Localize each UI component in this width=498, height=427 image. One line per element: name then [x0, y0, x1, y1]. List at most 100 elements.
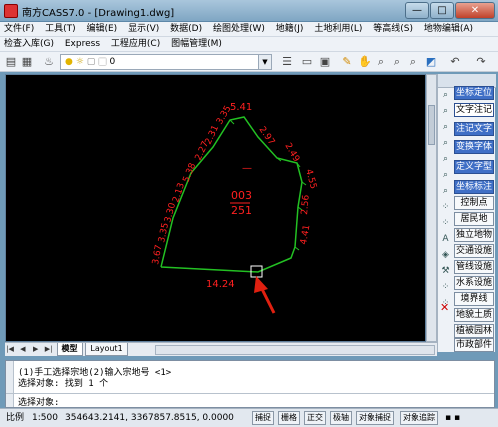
next-tab-icon[interactable]: ▶ — [31, 343, 41, 356]
zoom-previous-icon[interactable]: ⌕ — [406, 55, 420, 69]
drawing-canvas[interactable]: 003 251 — 5.41 2.97 2.49 4.55 4.41 2.56 … — [5, 74, 426, 342]
command-window[interactable]: (1)手工选择宗地(2)输入宗地号 <1> 选择对象: 找到 1 个 选择对象: — [5, 360, 495, 408]
menu-drawing[interactable]: 绘图处理(W) — [209, 22, 269, 36]
menu-feature-edit[interactable]: 地物编辑(A) — [420, 22, 477, 36]
menu-sheet-manage[interactable]: 图幅管理(M) — [167, 37, 226, 51]
grid-icon[interactable]: ⁘ — [439, 281, 452, 294]
independent-feature-button[interactable]: 独立地物 — [454, 228, 494, 242]
horizontal-scrollbar[interactable] — [155, 345, 435, 355]
layer-props-icon[interactable]: ♨ — [40, 55, 58, 69]
first-tab-icon[interactable]: |◀ — [5, 343, 15, 356]
status-bar: 比例 1:500 354643.2141, 3367857.8515, 0.00… — [0, 408, 498, 427]
menu-land-use[interactable]: 土地利用(L) — [310, 22, 366, 36]
toolbar: ▤ ▦ ♨ ● ☼ ▢ ■ 0 ▼ ☰ ▭ ▣ ✎ ✋ ⌕ ⌕ ⌕ ◩ ↶ ↷ — [0, 52, 498, 72]
parcel-number: 003 — [231, 189, 252, 202]
menu-tools[interactable]: 工具(T) — [41, 22, 80, 36]
maximize-button[interactable]: □ — [430, 2, 454, 19]
menu-check-import[interactable]: 检查入库(G) — [0, 37, 58, 51]
layers-icon[interactable]: ◈ — [439, 249, 452, 262]
menu-bar-main: 文件(F) 工具(T) 编辑(E) 显示(V) 数据(D) 绘图处理(W) 地籍… — [0, 22, 498, 37]
layer-state-icon[interactable]: ▦ — [20, 55, 34, 69]
coordinate-readout: 354643.2141, 3367857.8515, 0.0000 — [65, 413, 234, 423]
grid-toggle[interactable]: 栅格 — [278, 411, 300, 425]
snap-toggle[interactable]: 捕捉 — [252, 411, 274, 425]
tab-layout1[interactable]: Layout1 — [85, 343, 128, 356]
tab-model[interactable]: 模型 — [56, 343, 83, 356]
scroll-thumb[interactable] — [428, 105, 435, 145]
title-bar: 南方CASS7.0 - [Drawing1.dwg] — □ ✕ — [0, 0, 498, 22]
layer-value: 0 — [109, 57, 116, 67]
vertical-scrollbar[interactable] — [426, 74, 437, 342]
dim-label: 14.24 — [206, 279, 235, 290]
zoom-icon[interactable]: ⌕ — [439, 153, 452, 166]
window-title: 南方CASS7.0 - [Drawing1.dwg] — [22, 8, 175, 19]
prev-tab-icon[interactable]: ◀ — [18, 343, 28, 356]
redo-icon[interactable]: ↷ — [474, 55, 488, 69]
minimize-button[interactable]: — — [405, 2, 429, 19]
pan-hand-icon[interactable]: ✋ — [358, 55, 372, 69]
change-font-button[interactable]: 变换字体 — [454, 140, 494, 154]
boundary-line-button[interactable]: 境界线 — [454, 292, 494, 306]
match-layer-icon[interactable]: ☰ — [280, 55, 294, 69]
zoom-icon[interactable]: ⌕ — [439, 185, 452, 198]
menu-cadastre[interactable]: 地籍(J) — [272, 22, 308, 36]
text-a-icon[interactable]: A — [439, 233, 452, 246]
parcel-area: 251 — [231, 204, 252, 217]
menu-file[interactable]: 文件(F) — [0, 22, 38, 36]
water-facility-button[interactable]: 水系设施 — [454, 276, 494, 290]
zoom-realtime-icon[interactable]: ⌕ — [374, 55, 388, 69]
menu-bar-secondary: 检查入库(G) Express 工程应用(C) 图幅管理(M) — [0, 37, 498, 52]
menu-contour[interactable]: 等高线(S) — [369, 22, 417, 36]
command-prompt[interactable]: 选择对象: — [18, 395, 59, 408]
menu-edit[interactable]: 编辑(E) — [82, 22, 121, 36]
dim-label: 4.41 — [299, 224, 312, 245]
pencil-icon[interactable]: ✎ — [340, 55, 354, 69]
zoom-icon[interactable]: ⌕ — [439, 137, 452, 150]
text-annotation-button[interactable]: 文字注记 — [454, 103, 494, 117]
coord-annotation-button[interactable]: 坐标标注 — [454, 180, 494, 194]
menu-data[interactable]: 数据(D) — [166, 22, 206, 36]
control-point-button[interactable]: 控制点 — [454, 196, 494, 210]
layer-manager-icon[interactable]: ▤ — [4, 55, 18, 69]
menu-view[interactable]: 显示(V) — [124, 22, 163, 36]
zoom-window-icon[interactable]: ⌕ — [390, 55, 404, 69]
zoom-icon[interactable]: ⌕ — [439, 121, 452, 134]
pipeline-facility-button[interactable]: 管线设施 — [454, 260, 494, 274]
zoom-icon[interactable]: ⌕ — [439, 105, 452, 118]
municipal-parts-button[interactable]: 市政部件 — [454, 338, 494, 352]
residential-button[interactable]: 居民地 — [454, 212, 494, 226]
ortho-toggle[interactable]: 正交 — [304, 411, 326, 425]
tool-icon[interactable]: ⚒ — [439, 265, 452, 278]
open-icon[interactable]: ▭ — [300, 55, 314, 69]
dim-label: 5.38 — [182, 162, 199, 185]
chevron-down-icon[interactable]: ▼ — [258, 55, 271, 69]
close-button[interactable]: ✕ — [455, 2, 495, 19]
vegetation-button[interactable]: 植被园林 — [454, 324, 494, 338]
properties-icon[interactable]: ◩ — [424, 55, 438, 69]
layer-select[interactable]: ● ☼ ▢ ■ 0 ▼ — [60, 54, 272, 70]
zoom-icon[interactable]: ⌕ — [439, 89, 452, 102]
grid-icon[interactable]: ⁘ — [439, 217, 452, 230]
last-tab-icon[interactable]: ▶| — [44, 343, 54, 356]
close-icon[interactable]: ✕ — [440, 302, 451, 313]
command-divider — [6, 393, 494, 394]
grid-icon[interactable]: ⁘ — [439, 201, 452, 214]
landform-button[interactable]: 地貌土质 — [454, 308, 494, 322]
app-icon — [4, 4, 18, 18]
scale-label: 比例 — [6, 413, 25, 423]
traffic-facility-button[interactable]: 交通设施 — [454, 244, 494, 258]
osnap-toggle[interactable]: 对象捕捉 — [356, 411, 394, 425]
coord-locate-button[interactable]: 坐标定位 — [454, 86, 494, 100]
define-style-button[interactable]: 定义字型 — [454, 160, 494, 174]
center-dash: — — [242, 163, 252, 174]
zoom-icon[interactable]: ⌕ — [439, 169, 452, 182]
polar-toggle[interactable]: 极轴 — [330, 411, 352, 425]
save-icon[interactable]: ▣ — [318, 55, 332, 69]
status-tray-icon[interactable]: ▪ ▪ — [445, 412, 460, 424]
menu-engineering[interactable]: 工程应用(C) — [107, 37, 164, 51]
scale-value[interactable]: 1:500 — [32, 412, 58, 424]
annotate-text-button[interactable]: 注记文字 — [454, 122, 494, 136]
otrack-toggle[interactable]: 对象追踪 — [400, 411, 438, 425]
menu-express[interactable]: Express — [61, 37, 104, 51]
undo-icon[interactable]: ↶ — [448, 55, 462, 69]
